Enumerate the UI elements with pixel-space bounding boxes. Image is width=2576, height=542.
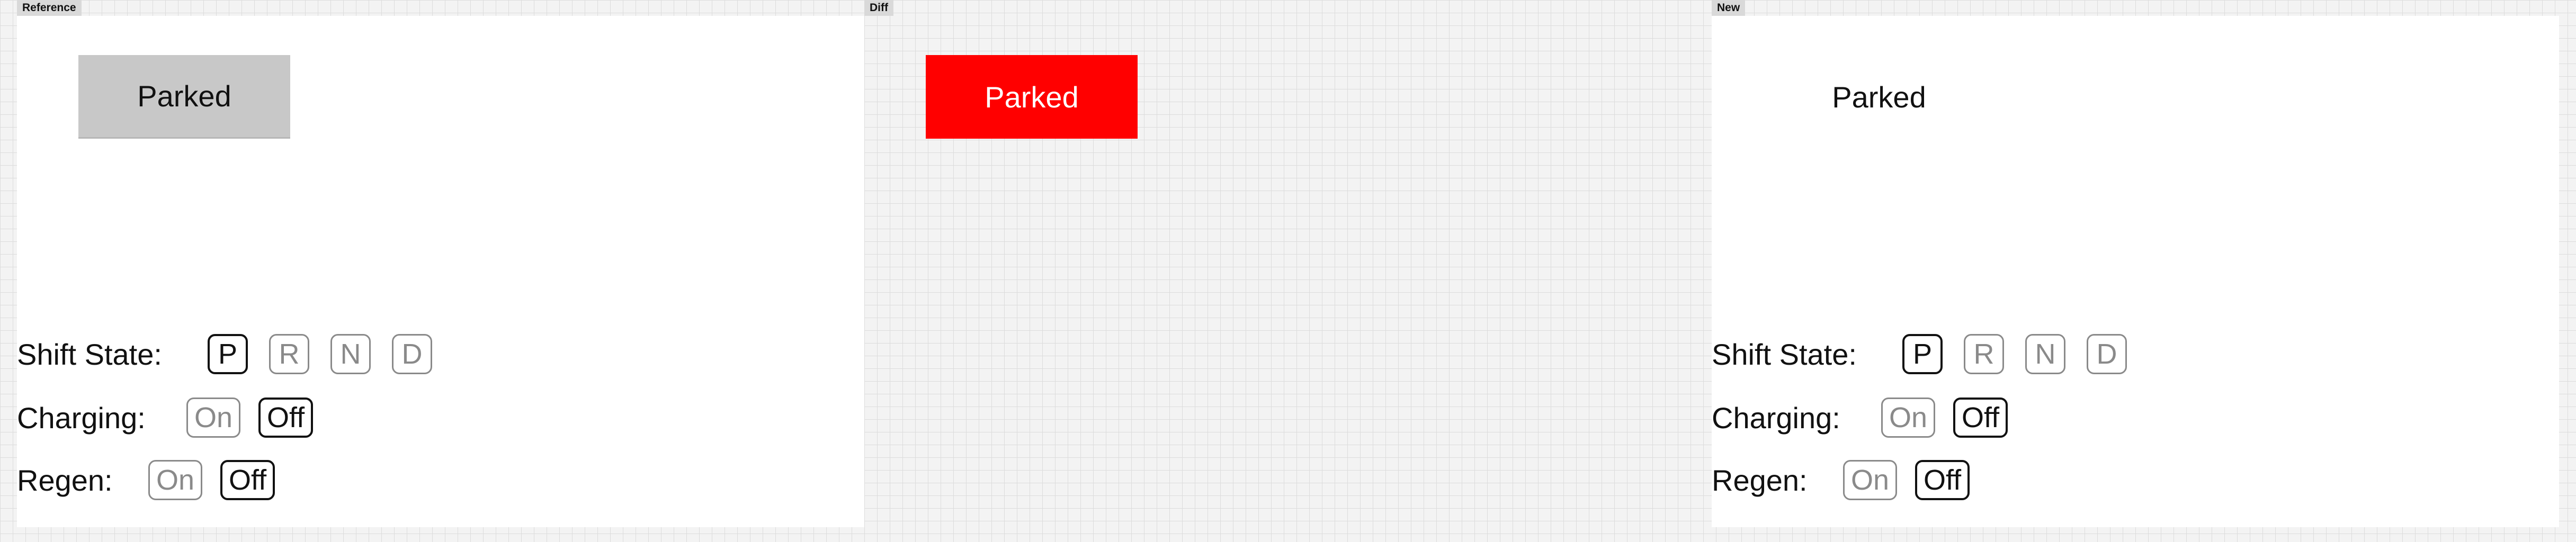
new-shift-state-label: Shift State: — [1712, 337, 1857, 371]
new-regen-off-button[interactable]: Off — [1915, 460, 1970, 500]
reference-canvas: Parked Shift State: P R N D Charging: On… — [17, 16, 864, 527]
new-regen-row: Regen: On Off — [1712, 456, 1988, 504]
shift-state-label: Shift State: — [17, 337, 162, 371]
new-panel: New Parked Shift State: P R N D Charging… — [1712, 0, 2559, 542]
new-canvas: Parked Shift State: P R N D Charging: On… — [1712, 16, 2559, 527]
new-charging-on-button[interactable]: On — [1881, 398, 1936, 438]
charging-off-button[interactable]: Off — [258, 398, 314, 438]
new-shift-n-button[interactable]: N — [2025, 334, 2065, 374]
regen-on-button[interactable]: On — [148, 460, 203, 500]
shift-p-button[interactable]: P — [208, 334, 248, 374]
parked-status-label: Parked — [137, 79, 231, 113]
new-panel-tag: New — [1712, 0, 1746, 16]
reference-panel: Reference Parked Shift State: P R N D Ch… — [0, 0, 864, 542]
shift-d-button[interactable]: D — [392, 334, 432, 374]
shift-n-button[interactable]: N — [330, 334, 371, 374]
new-regen-on-button[interactable]: On — [1843, 460, 1898, 500]
regen-off-button[interactable]: Off — [220, 460, 275, 500]
visual-diff-viewer: Reference Parked Shift State: P R N D Ch… — [0, 0, 2576, 542]
shift-state-row: Shift State: P R N D — [17, 330, 453, 378]
regen-row: Regen: On Off — [17, 456, 293, 504]
diff-panel-tag: Diff — [864, 0, 893, 16]
charging-label: Charging: — [17, 401, 146, 435]
new-parked-status-label: Parked — [1832, 80, 1926, 114]
new-shift-p-button[interactable]: P — [1902, 334, 1943, 374]
shift-r-button[interactable]: R — [269, 334, 309, 374]
parked-status-box: Parked — [78, 55, 290, 139]
new-regen-label: Regen: — [1712, 463, 1808, 497]
diff-parked-label: Parked — [985, 80, 1079, 114]
diff-highlight-box: Parked — [926, 55, 1138, 139]
new-charging-off-button[interactable]: Off — [1953, 398, 2008, 438]
charging-on-button[interactable]: On — [186, 398, 241, 438]
new-parked-status-box: Parked — [1773, 55, 1985, 139]
charging-row: Charging: On Off — [17, 394, 331, 441]
new-shift-state-row: Shift State: P R N D — [1712, 330, 2148, 378]
diff-canvas: Parked — [864, 16, 1712, 527]
reference-panel-tag: Reference — [17, 0, 82, 16]
new-charging-row: Charging: On Off — [1712, 394, 2026, 441]
diff-panel: Diff Parked — [864, 0, 1712, 542]
new-shift-d-button[interactable]: D — [2087, 334, 2127, 374]
regen-label: Regen: — [17, 463, 113, 497]
new-shift-r-button[interactable]: R — [1964, 334, 2004, 374]
new-charging-label: Charging: — [1712, 401, 1840, 435]
